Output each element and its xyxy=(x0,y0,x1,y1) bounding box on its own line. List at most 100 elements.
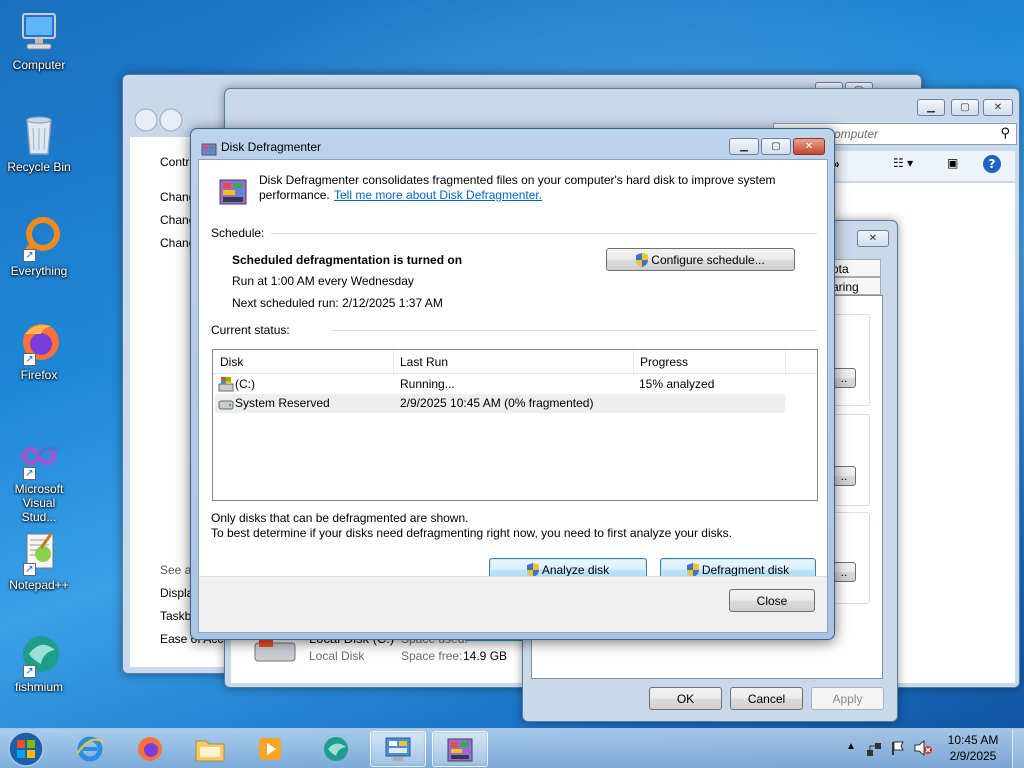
taskbar-disk-defragmenter[interactable] xyxy=(432,731,488,767)
minimize-button[interactable]: ▁ xyxy=(917,99,945,116)
disk-row[interactable]: (C:) Running... 15% analyzed xyxy=(215,375,785,394)
firefox-icon xyxy=(138,737,162,761)
shortcut-arrow-icon: ↗ xyxy=(23,563,36,576)
group-button[interactable]: .. xyxy=(832,562,856,582)
uac-shield-icon xyxy=(686,562,699,577)
drive-icon xyxy=(218,400,234,410)
search-input[interactable]: omputer xyxy=(834,127,878,141)
desktop-icon-computer[interactable]: Computer xyxy=(4,8,74,72)
disk-row[interactable]: System Reserved 2/9/2025 10:45 AM (0% fr… xyxy=(215,394,785,413)
internet-explorer-icon xyxy=(76,736,104,762)
disk-name: System Reserved xyxy=(235,396,330,410)
taskbar-firefox[interactable] xyxy=(122,731,178,767)
taskbar-file-explorer[interactable] xyxy=(182,731,238,767)
desktop-icon-label: Microsoft Visual Stud... xyxy=(14,482,64,524)
cancel-button[interactable]: Cancel xyxy=(730,687,803,710)
taskbar-internet-explorer[interactable] xyxy=(62,731,118,767)
schedule-run: Run at 1:00 AM every Wednesday xyxy=(232,274,414,288)
taskbar: ▲ 10:45 AM 2/9/2025 xyxy=(0,728,1024,768)
apply-button[interactable]: Apply xyxy=(811,687,884,710)
recycle-bin-icon xyxy=(15,110,63,158)
desktop-icon-everything[interactable]: ↗ Everything xyxy=(4,214,74,278)
maximize-button[interactable]: ▢ xyxy=(951,99,979,116)
status-divider xyxy=(331,330,817,331)
disk-progress: 15% analyzed xyxy=(639,377,715,391)
help-icon[interactable]: ? xyxy=(983,155,1001,173)
show-desktop-button[interactable] xyxy=(1012,729,1024,768)
change-view-icon[interactable]: ☷ ▾ xyxy=(893,156,913,170)
everything-icon: ↗ xyxy=(15,214,63,262)
preview-pane-icon[interactable]: ▣ xyxy=(947,156,958,170)
computer-icon xyxy=(15,8,63,56)
windows-logo-icon xyxy=(8,731,44,767)
disk-list[interactable]: Disk Last Run Progress (C:) Running... 1… xyxy=(212,349,818,501)
disk-name: (C:) xyxy=(235,377,255,391)
desktop-icon-label: Notepad++ xyxy=(9,578,69,592)
desktop-icon-recycle-bin[interactable]: Recycle Bin xyxy=(4,110,74,174)
column-header-disk[interactable]: Disk xyxy=(220,355,243,369)
close-button[interactable]: ✕ xyxy=(983,99,1013,116)
desktop-icon-label: fishmium xyxy=(14,680,63,694)
control-panel-icon xyxy=(385,737,411,761)
desktop-icon-visual-studio[interactable]: ↗ Microsoft Visual Stud... xyxy=(4,432,74,524)
column-header-last-run[interactable]: Last Run xyxy=(400,355,448,369)
window-title: Disk Defragmenter xyxy=(221,140,322,154)
sidebar-text[interactable]: Taskb xyxy=(160,609,191,623)
volume-muted-icon[interactable] xyxy=(914,740,932,756)
notepad-plus-plus-icon: ↗ xyxy=(15,528,63,576)
defragment-disk-label: Defragment disk xyxy=(701,562,790,577)
ok-button[interactable]: OK xyxy=(649,687,722,710)
desktop-icon-label: Firefox xyxy=(20,368,58,382)
network-icon[interactable] xyxy=(866,741,882,757)
taskbar-control-panel[interactable] xyxy=(370,731,426,767)
column-header-progress[interactable]: Progress xyxy=(640,355,688,369)
start-button[interactable] xyxy=(4,730,48,768)
show-hidden-icons-icon[interactable]: ▲ xyxy=(846,741,856,752)
taskbar-media-player[interactable] xyxy=(242,731,298,767)
maximize-button[interactable]: ▢ xyxy=(761,138,791,155)
learn-more-link[interactable]: Tell me more about Disk Defragmenter. xyxy=(334,188,542,202)
search-icon[interactable]: ⚲ xyxy=(1000,126,1010,141)
disk-last-run: Running... xyxy=(400,377,455,391)
current-status-label: Current status: xyxy=(211,323,290,337)
close-button[interactable]: ✕ xyxy=(857,230,889,247)
desktop-icon-fishmium[interactable]: ↗ fishmium xyxy=(4,630,74,694)
visual-studio-icon: ↗ xyxy=(15,432,63,480)
defrag-app-icon xyxy=(219,179,247,205)
tab-quota[interactable]: ota xyxy=(829,259,881,277)
sidebar-text[interactable]: Contr xyxy=(160,155,189,169)
clock[interactable]: 10:45 AM 2/9/2025 xyxy=(938,733,1008,763)
uac-shield-icon xyxy=(636,252,649,267)
sidebar-text: See al xyxy=(160,563,195,577)
windows-drive-icon xyxy=(218,377,234,392)
note-analyze: To best determine if your disks need def… xyxy=(211,526,732,540)
configure-schedule-button[interactable]: Configure schedule... xyxy=(606,248,795,271)
intro-text: Disk Defragmenter consolidates fragmente… xyxy=(259,173,776,187)
close-button[interactable]: ✕ xyxy=(793,138,825,155)
disk-defragmenter-window[interactable]: Disk Defragmenter ▁ ▢ ✕ Disk Defragmente… xyxy=(190,128,835,640)
space-free-value: 14.9 GB xyxy=(463,649,508,663)
shortcut-arrow-icon: ↗ xyxy=(23,665,36,678)
schedule-status: Scheduled defragmentation is turned on xyxy=(232,253,463,267)
desktop-icon-notepad-plus-plus[interactable]: ↗ Notepad++ xyxy=(4,528,74,592)
desktop-icon-firefox[interactable]: ↗ Firefox xyxy=(4,318,74,382)
shortcut-arrow-icon: ↗ xyxy=(23,249,36,262)
tab-sharing[interactable]: aring xyxy=(829,277,881,295)
sidebar-text[interactable]: Displa xyxy=(160,586,193,600)
action-center-flag-icon[interactable] xyxy=(890,740,906,756)
defrag-icon xyxy=(447,738,473,762)
group-button[interactable]: .. xyxy=(832,368,856,388)
list-header: Disk Last Run Progress xyxy=(213,350,817,374)
group-button[interactable]: .. xyxy=(832,466,856,486)
next-run: Next scheduled run: 2/12/2025 1:37 AM xyxy=(232,296,443,310)
taskbar-fishmium[interactable] xyxy=(308,731,364,767)
drive-type: Local Disk xyxy=(309,649,365,663)
desktop-icon-label: Everything xyxy=(10,264,68,278)
defrag-client-area: Disk Defragmenter consolidates fragmente… xyxy=(198,159,828,633)
configure-schedule-label: Configure schedule... xyxy=(651,252,765,267)
schedule-label: Schedule: xyxy=(211,226,265,240)
close-dialog-button[interactable]: Close xyxy=(729,589,815,612)
minimize-button[interactable]: ▁ xyxy=(729,138,759,155)
back-forward-icon[interactable] xyxy=(133,107,193,133)
shortcut-arrow-icon: ↗ xyxy=(23,353,36,366)
